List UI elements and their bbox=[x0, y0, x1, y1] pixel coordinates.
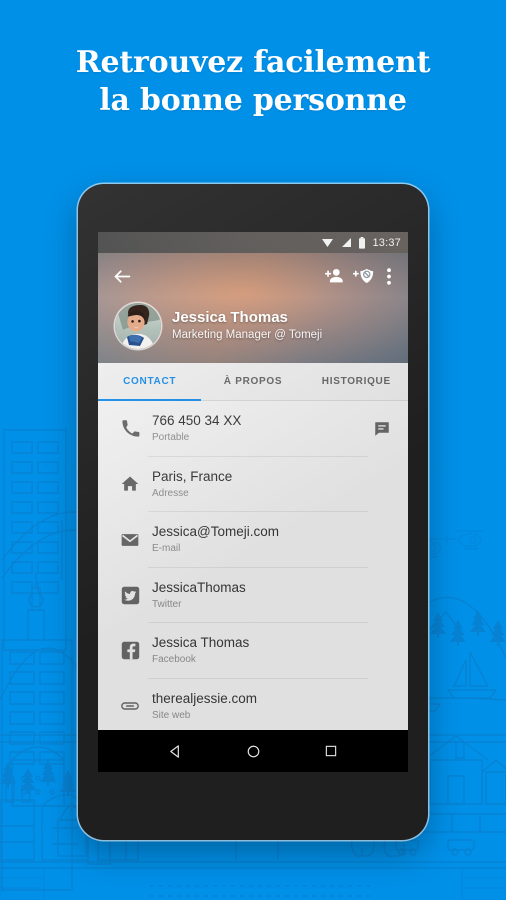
status-bar: 13:37 bbox=[98, 232, 408, 253]
tab-bar: CONTACT À PROPOS HISTORIQUE bbox=[98, 363, 408, 401]
table-row[interactable]: therealjessie.com Site web bbox=[98, 679, 408, 731]
contact-role: Marketing Manager @ Tomeji bbox=[172, 328, 323, 341]
android-nav-bar bbox=[98, 730, 408, 772]
row-value: JessicaThomas bbox=[152, 579, 246, 595]
row-label: Facebook bbox=[152, 654, 196, 666]
more-vertical-icon[interactable] bbox=[379, 261, 399, 291]
tab-a-propos[interactable]: À PROPOS bbox=[201, 363, 304, 400]
row-label: Portable bbox=[152, 432, 190, 444]
row-text: Paris, France Adresse bbox=[148, 457, 368, 512]
add-person-icon[interactable] bbox=[319, 261, 349, 291]
email-icon bbox=[112, 530, 148, 550]
page-headline: Retrouvez facilement la bonne personne bbox=[0, 44, 506, 121]
contact-name-block: Jessica Thomas Marketing Manager @ Tomej… bbox=[172, 309, 322, 344]
wifi-icon bbox=[322, 239, 334, 247]
signal-icon bbox=[342, 238, 352, 247]
row-text: JessicaThomas Twitter bbox=[148, 568, 368, 623]
tab-historique[interactable]: HISTORIQUE bbox=[305, 363, 408, 400]
row-text: therealjessie.com Site web bbox=[148, 679, 368, 731]
nav-home-circle-icon[interactable] bbox=[236, 734, 270, 768]
row-text: Jessica@Tomeji.com E-mail bbox=[148, 512, 368, 568]
app-toolbar bbox=[98, 253, 408, 299]
nav-back-triangle-icon[interactable] bbox=[158, 734, 192, 768]
add-block-shield-icon[interactable] bbox=[349, 261, 379, 291]
table-row[interactable]: Paris, France Adresse bbox=[98, 457, 408, 512]
battery-icon bbox=[359, 236, 366, 249]
tab-contact[interactable]: CONTACT bbox=[98, 363, 202, 401]
contact-name: Jessica Thomas bbox=[172, 308, 288, 326]
nav-recents-square-icon[interactable] bbox=[314, 734, 348, 768]
phone-screen: 13:37 Jessica Thomas Marketing Manager @… bbox=[98, 232, 408, 772]
link-icon bbox=[112, 696, 148, 716]
row-label: E-mail bbox=[152, 543, 181, 555]
headline-line-1: Retrouvez facilement bbox=[75, 45, 431, 80]
phone-icon bbox=[112, 419, 148, 438]
table-row[interactable]: Jessica@Tomeji.com E-mail bbox=[98, 512, 408, 568]
avatar bbox=[115, 303, 161, 349]
row-value: Paris, France bbox=[152, 468, 233, 484]
row-label: Twitter bbox=[152, 598, 182, 610]
contact-header: Jessica Thomas Marketing Manager @ Tomej… bbox=[98, 253, 408, 363]
row-label: Site web bbox=[152, 710, 191, 722]
row-text: 766 450 34 XX Portable bbox=[148, 401, 368, 457]
row-value: 766 450 34 XX bbox=[152, 413, 242, 429]
row-value: Jessica@Tomeji.com bbox=[152, 524, 279, 540]
table-row[interactable]: 766 450 34 XX Portable bbox=[98, 401, 408, 457]
phone-mockup: 13:37 Jessica Thomas Marketing Manager @… bbox=[78, 184, 428, 840]
table-row[interactable]: JessicaThomas Twitter bbox=[98, 568, 408, 623]
home-icon bbox=[112, 474, 148, 494]
row-text: Jessica Thomas Facebook bbox=[148, 623, 368, 679]
row-label: Adresse bbox=[152, 487, 189, 499]
message-icon[interactable] bbox=[368, 420, 396, 438]
contact-details-list: 766 450 34 XX Portable Paris, France Adr… bbox=[98, 401, 408, 730]
back-arrow-icon[interactable] bbox=[107, 261, 137, 291]
row-value: therealjessie.com bbox=[152, 691, 258, 707]
twitter-icon bbox=[112, 586, 148, 605]
status-bar-time: 13:37 bbox=[372, 236, 401, 249]
contact-identity: Jessica Thomas Marketing Manager @ Tomej… bbox=[98, 299, 408, 349]
facebook-icon bbox=[112, 641, 148, 660]
headline-line-2: la bonne personne bbox=[99, 83, 407, 119]
row-value: Jessica Thomas bbox=[152, 635, 250, 651]
table-row[interactable]: Jessica Thomas Facebook bbox=[98, 623, 408, 679]
